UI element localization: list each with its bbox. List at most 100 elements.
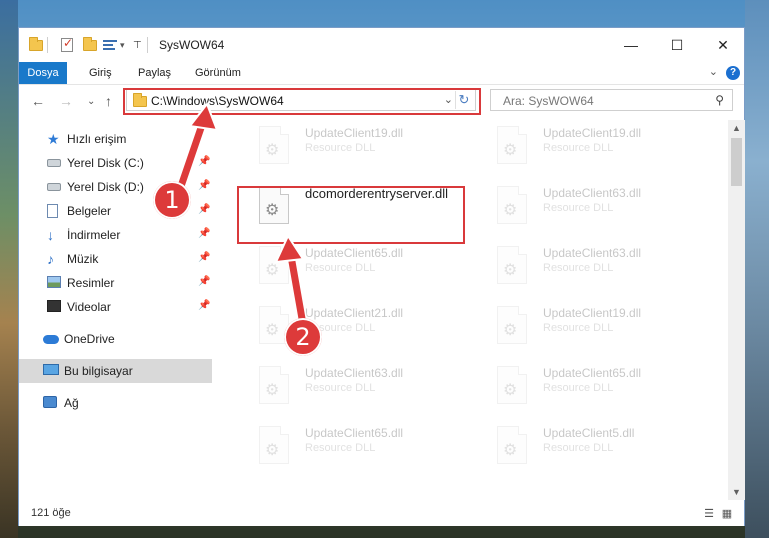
file-name: UpdateClient63.dll (305, 366, 404, 380)
folder-icon (29, 36, 43, 53)
large-icons-view-icon[interactable]: ▦ (720, 508, 734, 520)
file-type: Resource DLL (305, 262, 376, 274)
sidebar-item-videos[interactable]: Videolar 📌 (19, 295, 212, 319)
sidebar-item-pictures[interactable]: Resimler 📌 (19, 271, 212, 295)
scroll-down-icon[interactable]: ▼ (728, 484, 745, 500)
file-explorer-window: ▾ ⊤ SysWOW64 — ☐ ✕ Dosya Giriş Paylaş Gö… (18, 27, 745, 526)
details-view-icon[interactable]: ☰ (702, 508, 716, 520)
file-name: UpdateClient19.dll (543, 126, 642, 140)
tab-share[interactable]: Paylaş (128, 62, 181, 84)
pin-icon[interactable]: 📌 (198, 300, 210, 311)
help-icon[interactable]: ? (726, 66, 740, 80)
properties-check-icon[interactable] (61, 36, 73, 53)
file-name: UpdateClient65.dll (305, 246, 404, 260)
file-name: UpdateClient5.dll (543, 426, 635, 440)
dll-file-icon: ⚙ (497, 306, 527, 344)
sidebar-item-downloads[interactable]: ↓ İndirmeler 📌 (19, 223, 212, 247)
status-bar: 121 öğe ☰ ▦ (19, 502, 744, 526)
file-name: UpdateClient21.dll (305, 306, 404, 320)
download-icon: ↓ (47, 227, 54, 243)
file-type: Resource DLL (543, 382, 614, 394)
video-icon (47, 300, 61, 314)
network-icon (43, 396, 57, 410)
expand-ribbon-icon[interactable]: ⌄ (709, 65, 718, 78)
pin-icon[interactable]: 📌 (198, 276, 210, 287)
step-1-badge: 1 (153, 181, 191, 219)
computer-icon (43, 364, 59, 378)
scroll-up-icon[interactable]: ▲ (728, 120, 745, 136)
file-item[interactable]: ⚙ UpdateClient63.dll Resource DLL (477, 180, 707, 234)
vertical-scrollbar[interactable]: ▲ ▼ (728, 120, 745, 500)
dll-file-icon: ⚙ (259, 246, 289, 284)
up-button[interactable]: ↑ (105, 93, 112, 109)
sidebar-item-this-pc[interactable]: Bu bilgisayar (19, 359, 212, 383)
search-icon[interactable]: ⚲ (715, 93, 724, 107)
pin-icon[interactable]: 📌 (198, 204, 210, 215)
sidebar-item-label: Belgeler (67, 204, 112, 218)
file-name: UpdateClient19.dll (543, 306, 642, 320)
back-button[interactable]: ← (31, 93, 45, 109)
file-item[interactable]: ⚙ UpdateClient5.dll Resource DLL (477, 420, 707, 474)
sidebar-item-label: Yerel Disk (C:) (67, 156, 144, 170)
scrollbar-thumb[interactable] (731, 138, 742, 186)
pin-icon[interactable]: 📌 (198, 180, 210, 191)
cloud-icon (43, 332, 59, 346)
disk-icon (47, 156, 61, 170)
file-name: UpdateClient63.dll (543, 186, 642, 200)
dll-file-icon: ⚙ (259, 126, 289, 164)
quick-access-customize-icon[interactable] (103, 37, 117, 53)
file-type: Resource DLL (543, 442, 614, 454)
forward-button[interactable]: → (59, 93, 73, 109)
address-highlight-box (123, 88, 481, 115)
minimize-button[interactable]: — (608, 28, 654, 62)
desktop-background-right (745, 0, 769, 538)
sidebar-item-label: Hızlı erişim (67, 132, 127, 146)
tab-home[interactable]: Giriş (79, 62, 122, 84)
sidebar-item-quick-access[interactable]: ★ Hızlı erişim (19, 127, 212, 151)
step-2-badge: 2 (284, 318, 322, 356)
sidebar-item-label: Resimler (67, 276, 115, 290)
file-item[interactable]: ⚙ UpdateClient65.dll Resource DLL (239, 420, 469, 474)
dll-file-icon: ⚙ (497, 126, 527, 164)
pin-icon[interactable]: 📌 (198, 156, 210, 167)
file-name: UpdateClient63.dll (543, 246, 642, 260)
sidebar-item-label: Yerel Disk (D:) (67, 180, 144, 194)
file-item[interactable]: ⚙ UpdateClient19.dll Resource DLL (477, 300, 707, 354)
search-input[interactable]: Ara: SysWOW64 ⚲ (490, 89, 733, 111)
navigation-pane: ★ Hızlı erişim Yerel Disk (C:) 📌 Yerel D… (19, 120, 212, 500)
music-icon: ♪ (47, 251, 54, 267)
sidebar-item-network[interactable]: Ağ (19, 391, 212, 415)
maximize-button[interactable]: ☐ (654, 28, 700, 62)
sidebar-item-label: Ağ (64, 396, 79, 410)
sidebar-item-label: Bu bilgisayar (64, 364, 133, 378)
pin-icon[interactable]: 📌 (198, 228, 210, 239)
file-name: UpdateClient19.dll (305, 126, 404, 140)
file-item[interactable]: ⚙ UpdateClient21.dll Resource DLL (239, 300, 469, 354)
file-type: Resource DLL (543, 262, 614, 274)
divider (47, 37, 48, 53)
file-item[interactable]: ⚙ UpdateClient65.dll Resource DLL (239, 240, 469, 294)
sidebar-item-label: Müzik (67, 252, 99, 266)
close-button[interactable]: ✕ (700, 28, 746, 62)
file-item[interactable]: ⚙ UpdateClient63.dll Resource DLL (239, 360, 469, 414)
sidebar-item-onedrive[interactable]: OneDrive (19, 327, 212, 351)
file-type: Resource DLL (543, 322, 614, 334)
file-item[interactable]: ⚙ UpdateClient65.dll Resource DLL (477, 360, 707, 414)
pin-icon[interactable]: 📌 (198, 252, 210, 263)
ribbon-tabs: Dosya Giriş Paylaş Görünüm ⌄ ? (19, 62, 744, 85)
dll-file-icon: ⚙ (259, 426, 289, 464)
recent-locations-button[interactable]: ⌄ (87, 96, 95, 107)
sidebar-item-music[interactable]: ♪ Müzik 📌 (19, 247, 212, 271)
sidebar-item-local-disk-c[interactable]: Yerel Disk (C:) 📌 (19, 151, 212, 175)
customize-toolbar-icon[interactable]: ⊤ (133, 37, 142, 53)
new-folder-icon[interactable] (83, 36, 97, 53)
sidebar-item-label: İndirmeler (67, 228, 121, 242)
tab-file[interactable]: Dosya (19, 62, 67, 84)
tab-view[interactable]: Görünüm (185, 62, 251, 84)
divider (147, 37, 148, 53)
chevron-down-icon[interactable]: ▾ (120, 37, 125, 53)
file-item[interactable]: ⚙ UpdateClient19.dll Resource DLL (239, 120, 469, 174)
file-item[interactable]: ⚙ UpdateClient19.dll Resource DLL (477, 120, 707, 174)
file-item[interactable]: ⚙ UpdateClient63.dll Resource DLL (477, 240, 707, 294)
file-type: Resource DLL (305, 142, 376, 154)
